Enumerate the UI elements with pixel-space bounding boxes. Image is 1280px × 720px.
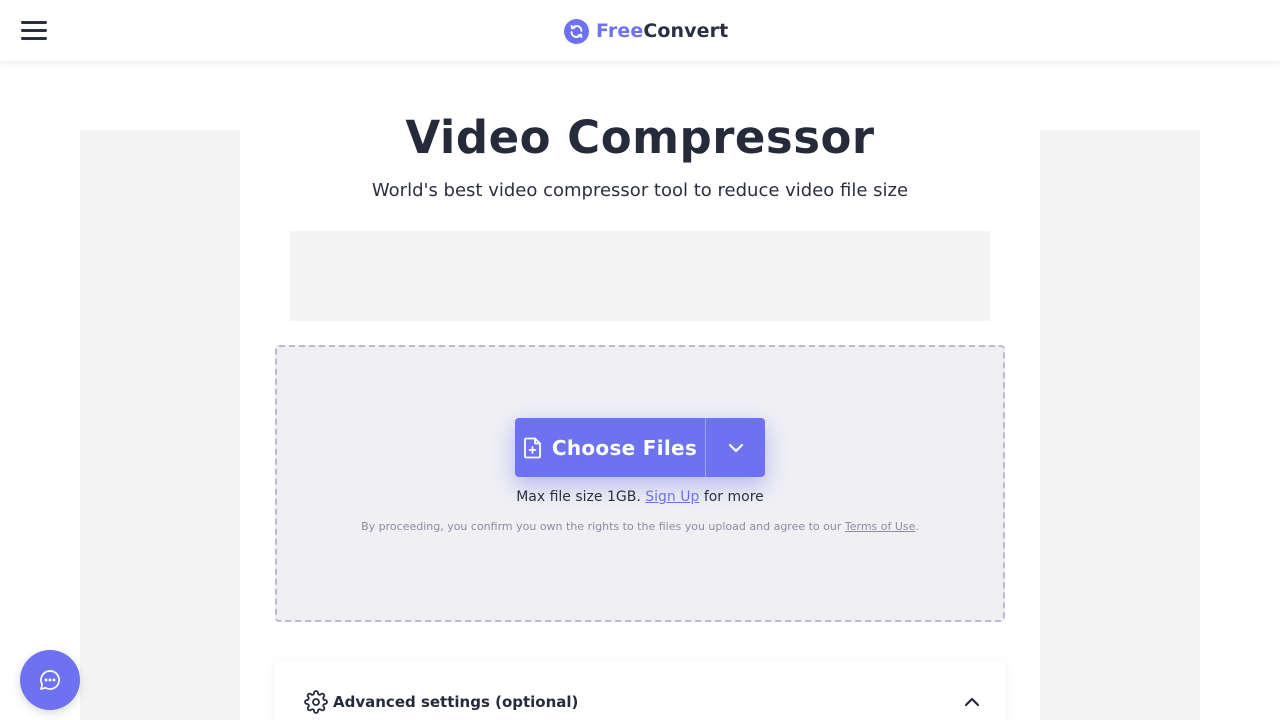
logo-text-convert: Convert bbox=[643, 20, 729, 42]
menu-line bbox=[21, 29, 47, 32]
file-dropzone[interactable] bbox=[275, 345, 1005, 622]
refresh-circle-icon bbox=[564, 18, 589, 44]
logo-text: FreeConvert bbox=[596, 20, 728, 42]
advanced-settings-toggle[interactable]: Advanced settings (optional) bbox=[304, 690, 578, 714]
legal-notice: By proceeding, you confirm you own the r… bbox=[275, 519, 1005, 534]
advanced-settings-label: Advanced settings (optional) bbox=[333, 693, 579, 711]
choose-files-button-group: Choose Files bbox=[515, 418, 765, 477]
chat-bubble-icon bbox=[38, 668, 62, 692]
max-size-text: Max file size 1GB. bbox=[516, 489, 641, 505]
chat-support-button[interactable] bbox=[20, 650, 80, 710]
sign-up-link[interactable]: Sign Up bbox=[645, 489, 699, 505]
right-ad-placeholder bbox=[1040, 130, 1200, 720]
page-subtitle: World's best video compressor tool to re… bbox=[371, 180, 909, 201]
hamburger-menu-icon[interactable] bbox=[21, 20, 47, 42]
menu-line bbox=[21, 21, 47, 24]
upload-source-dropdown[interactable] bbox=[705, 418, 765, 477]
top-header: FreeConvert bbox=[0, 0, 1280, 61]
choose-files-button[interactable]: Choose Files bbox=[515, 418, 705, 477]
max-file-size-note: Max file size 1GB. Sign Up for more bbox=[275, 487, 1005, 507]
freeconvert-logo[interactable]: FreeConvert bbox=[564, 17, 728, 45]
chevron-down-icon bbox=[728, 443, 744, 453]
max-size-suffix: for more bbox=[703, 489, 764, 505]
legal-suffix: . bbox=[915, 520, 919, 533]
file-plus-icon bbox=[523, 437, 543, 459]
legal-text: By proceeding, you confirm you own the r… bbox=[361, 520, 842, 533]
banner-ad-placeholder bbox=[290, 231, 990, 321]
gear-icon bbox=[304, 690, 328, 714]
left-ad-placeholder bbox=[80, 130, 240, 720]
logo-text-free: Free bbox=[596, 20, 644, 42]
advanced-settings-panel: Advanced settings (optional) bbox=[275, 661, 1005, 720]
choose-files-label: Choose Files bbox=[551, 435, 698, 460]
chevron-up-icon[interactable] bbox=[963, 695, 981, 709]
page-title: Video Compressor bbox=[405, 111, 875, 164]
menu-line bbox=[21, 37, 47, 40]
terms-of-use-link[interactable]: Terms of Use bbox=[845, 520, 916, 533]
